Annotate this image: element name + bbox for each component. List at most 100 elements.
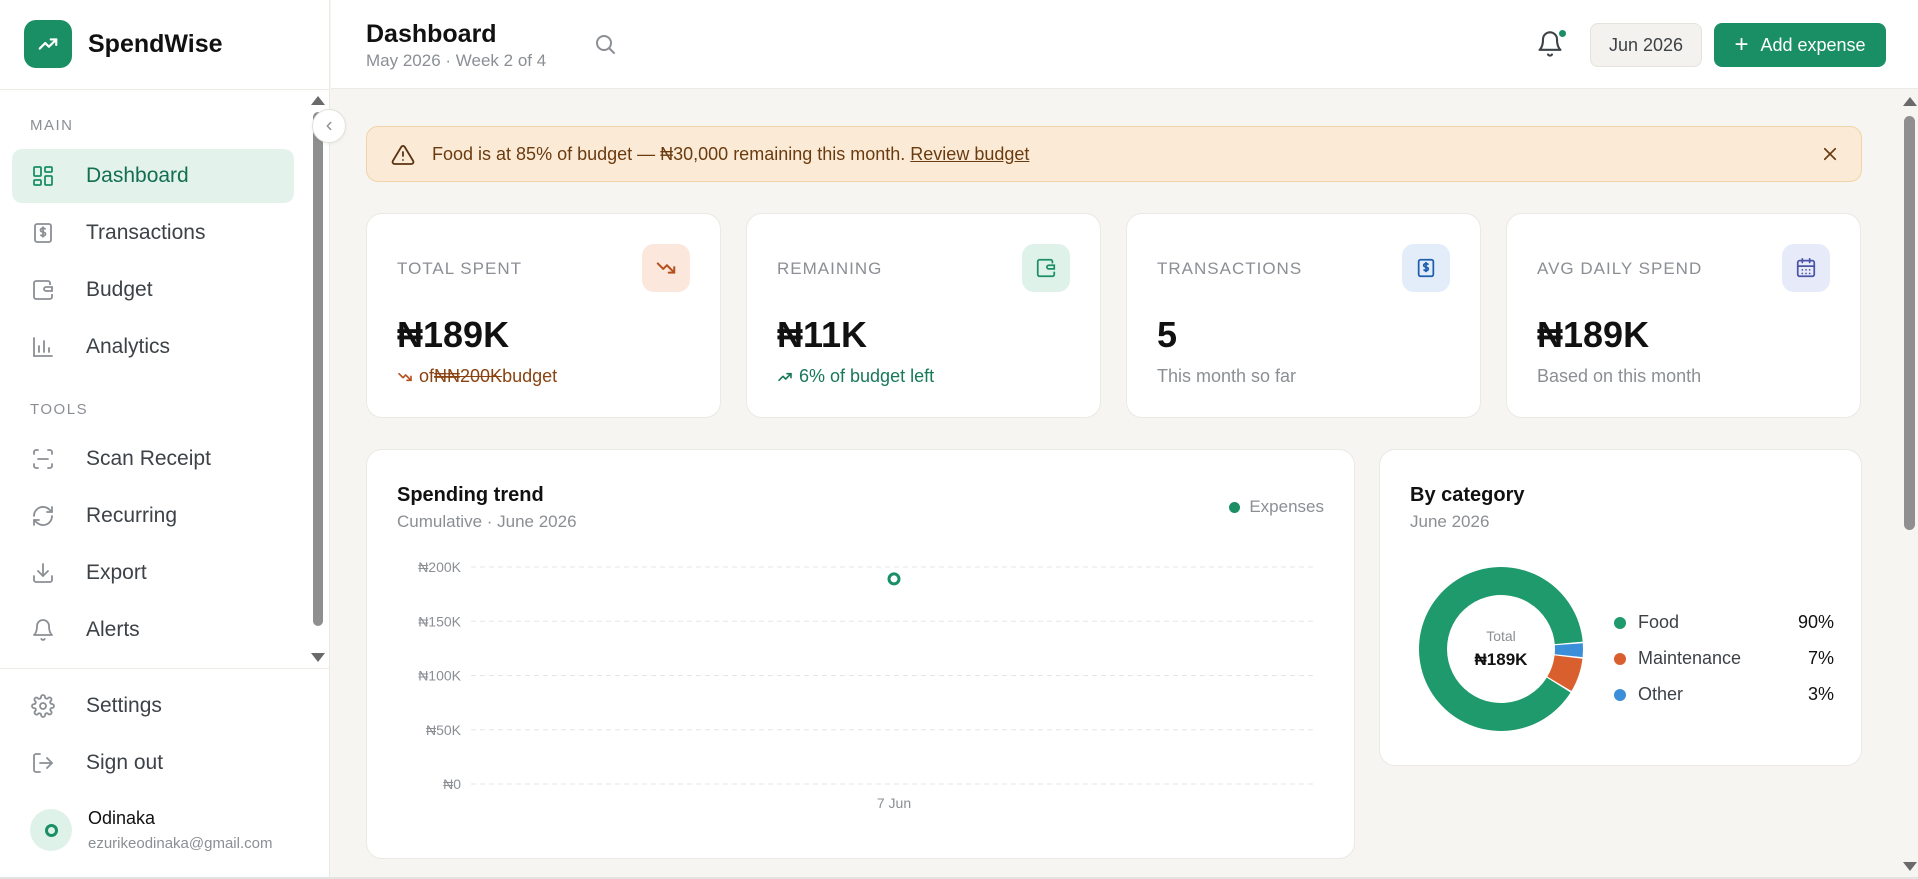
sidebar-item-recurring[interactable]: Recurring xyxy=(12,489,294,543)
wallet-icon xyxy=(1022,244,1070,292)
avatar xyxy=(30,809,72,851)
chart-title: By category xyxy=(1410,484,1525,506)
chart-subtitle: June 2026 xyxy=(1410,512,1490,531)
category-name: Maintenance xyxy=(1638,648,1742,668)
scroll-up-arrow-icon[interactable] xyxy=(1903,97,1917,106)
stat-label: REMAINING xyxy=(777,259,883,278)
sidebar-item-sign-out[interactable]: Sign out xyxy=(12,736,294,790)
sidebar-item-label: Scan Receipt xyxy=(86,447,211,470)
sidebar-scrollbar[interactable] xyxy=(311,96,325,662)
logo-trend-icon xyxy=(24,20,72,68)
page-scrollbar[interactable] xyxy=(1900,97,1918,879)
user-profile[interactable]: Odinaka ezurikeodinaka@gmail.com xyxy=(30,808,272,852)
sidebar-item-alerts[interactable]: Alerts xyxy=(12,603,294,657)
grid-icon xyxy=(30,163,56,189)
stat-card-total-spent: TOTAL SPENT ₦189K of ₦₦200K budget xyxy=(366,213,721,418)
review-budget-link[interactable]: Review budget xyxy=(910,144,1029,164)
spending-trend-chart: ₦0 ₦50K ₦100K ₦150K ₦200K 7 Jun xyxy=(418,559,1317,811)
wallet-icon xyxy=(30,277,56,303)
sidebar-item-budget[interactable]: Budget xyxy=(12,263,294,317)
y-tick-label: ₦100K xyxy=(418,668,461,684)
close-icon[interactable] xyxy=(1821,145,1839,168)
category-legend-row: Other 3% xyxy=(1614,684,1834,705)
chevron-left-icon xyxy=(326,121,332,131)
stat-sub-suffix: budget xyxy=(502,366,558,386)
sidebar-item-label: Analytics xyxy=(86,335,171,358)
page-subtitle: May 2026 · Week 2 of 4 xyxy=(366,51,547,70)
stat-sub-prefix: of xyxy=(419,366,435,386)
stat-sub: 6% of budget left xyxy=(777,366,934,387)
category-name: Food xyxy=(1638,612,1680,632)
sidebar-item-scan-receipt[interactable]: Scan Receipt xyxy=(12,432,294,486)
warning-icon xyxy=(391,143,415,172)
stat-value: ₦11K xyxy=(777,314,868,355)
alert-message: Food is at 85% of budget — ₦30,000 remai… xyxy=(432,144,1029,165)
dollar-doc-icon xyxy=(1402,244,1450,292)
stat-sub-text: 6% of budget left xyxy=(799,366,935,386)
sidebar-item-label: Sign out xyxy=(86,751,164,774)
search-icon[interactable] xyxy=(593,32,617,61)
trend-up-small-icon xyxy=(778,372,792,381)
stat-sub-budget: ₦₦200K xyxy=(434,366,503,386)
sidebar-item-label: Alerts xyxy=(86,618,140,641)
month-selector-button[interactable]: Jun 2026 xyxy=(1590,23,1702,67)
dollar-doc-icon xyxy=(30,220,56,246)
collapse-sidebar-button[interactable] xyxy=(312,109,346,143)
sidebar: SpendWise MAIN Dashboard Transactions Bu… xyxy=(0,0,330,879)
scroll-down-arrow-icon[interactable] xyxy=(1903,862,1917,871)
category-name: Other xyxy=(1638,684,1684,704)
stat-card-avg-daily-spend: AVG DAILY SPEND ₦189K Based on this mont… xyxy=(1506,213,1861,418)
section-label-tools: TOOLS xyxy=(30,401,89,418)
x-tick-label: 7 Jun xyxy=(877,795,911,811)
divider xyxy=(0,668,330,669)
legend-swatch xyxy=(1614,616,1626,629)
add-expense-label: Add expense xyxy=(1760,34,1866,55)
plus-icon: + xyxy=(1734,31,1749,58)
y-tick-label: ₦150K xyxy=(418,613,461,629)
notification-dot xyxy=(1559,30,1566,37)
section-label-main: MAIN xyxy=(30,117,74,134)
add-expense-button[interactable]: + Add expense xyxy=(1714,23,1886,67)
bar-chart-icon xyxy=(30,334,56,360)
stat-sub: This month so far xyxy=(1157,366,1297,386)
stat-label: AVG DAILY SPEND xyxy=(1537,259,1703,278)
trend-down-icon xyxy=(642,244,690,292)
legend-swatch xyxy=(1614,688,1626,701)
sidebar-item-label: Budget xyxy=(86,278,153,301)
brand[interactable]: SpendWise xyxy=(24,20,223,68)
sidebar-item-transactions[interactable]: Transactions xyxy=(12,206,294,260)
sidebar-item-label: Transactions xyxy=(86,221,206,244)
sidebar-item-settings[interactable]: Settings xyxy=(12,679,294,733)
category-percent: 90% xyxy=(1797,612,1834,632)
stat-sub: Based on this month xyxy=(1537,366,1702,386)
scroll-up-arrow-icon[interactable] xyxy=(311,96,325,105)
brand-name: SpendWise xyxy=(88,29,223,58)
sidebar-item-analytics[interactable]: Analytics xyxy=(12,320,294,374)
scroll-down-arrow-icon[interactable] xyxy=(311,653,325,662)
data-point[interactable] xyxy=(887,572,901,586)
download-icon xyxy=(30,560,56,586)
stat-value: ₦189K xyxy=(397,314,510,355)
scrollbar-thumb[interactable] xyxy=(313,112,323,626)
legend-swatch xyxy=(1614,652,1626,665)
sidebar-item-dashboard[interactable]: Dashboard xyxy=(12,149,294,203)
donut-total-label: Total xyxy=(1486,628,1516,644)
user-email: ezurikeodinaka@gmail.com xyxy=(88,835,273,852)
category-legend-row: Maintenance 7% xyxy=(1614,648,1834,669)
alert-text: Food is at 85% of budget — ₦30,000 remai… xyxy=(432,144,906,164)
stat-label: TRANSACTIONS xyxy=(1157,259,1303,278)
calendar-icon xyxy=(1782,244,1830,292)
stat-value: ₦189K xyxy=(1537,314,1650,355)
y-tick-label: ₦50K xyxy=(426,722,462,738)
y-tick-label: ₦0 xyxy=(443,776,461,792)
sidebar-item-export[interactable]: Export xyxy=(12,546,294,600)
top-header: Dashboard May 2026 · Week 2 of 4 Jun 202… xyxy=(331,0,1918,89)
scrollbar-thumb[interactable] xyxy=(1904,116,1915,530)
gear-icon xyxy=(30,693,56,719)
donut-total-value: ₦189K xyxy=(1474,650,1528,669)
stat-card-transactions: TRANSACTIONS 5 This month so far xyxy=(1126,213,1481,418)
stat-label: TOTAL SPENT xyxy=(397,259,522,278)
sidebar-item-label: Settings xyxy=(86,694,162,717)
nav-scroll-area: MAIN Dashboard Transactions Budget Analy… xyxy=(0,90,330,668)
category-donut: Total ₦189K xyxy=(1418,566,1584,732)
